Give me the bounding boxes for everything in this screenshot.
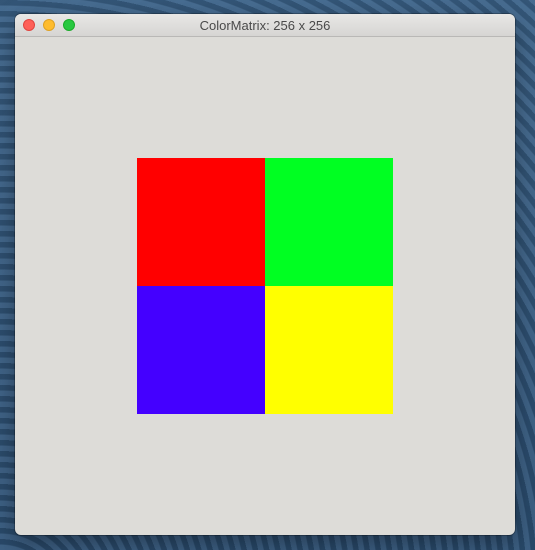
zoom-button[interactable]	[63, 19, 75, 31]
close-button[interactable]	[23, 19, 35, 31]
matrix-cell-top-right	[265, 158, 393, 286]
matrix-cell-top-left	[137, 158, 265, 286]
window-content	[15, 37, 515, 535]
matrix-cell-bottom-right	[265, 286, 393, 414]
window-title: ColorMatrix: 256 x 256	[199, 17, 331, 33]
matrix-cell-bottom-left	[137, 286, 265, 414]
window-controls	[23, 19, 75, 31]
minimize-button[interactable]	[43, 19, 55, 31]
color-matrix	[137, 158, 393, 414]
app-window: ColorMatrix: 256 x 256	[15, 14, 515, 535]
title-bar[interactable]: ColorMatrix: 256 x 256	[15, 14, 515, 37]
